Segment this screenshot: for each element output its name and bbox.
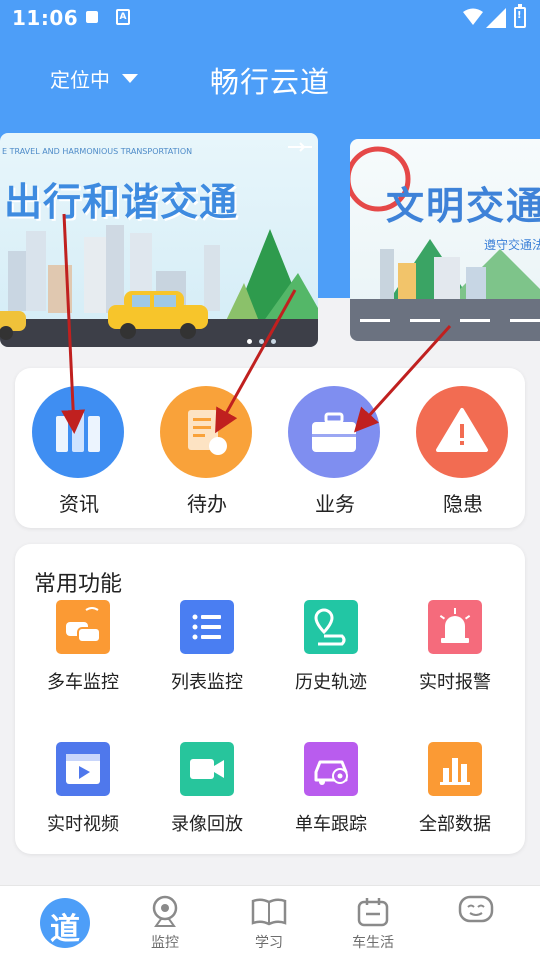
car-track-icon [304,742,358,796]
quick-action-label: 业务 [315,492,355,516]
quick-action-news[interactable]: 资讯 [15,368,143,528]
location-label: 定位中 [50,68,110,92]
banner-side-headline: 文明交通 [386,184,540,228]
book-open-icon [251,898,287,926]
bar-data-icon [428,742,482,796]
wifi-icon [463,8,483,25]
quick-action-todo[interactable]: 待办 [143,368,271,528]
quick-action-business[interactable]: 业务 [271,368,399,528]
func-label: 单车跟踪 [295,814,367,835]
nav-label: 监控 [151,935,179,951]
books-icon [32,386,124,478]
carousel-dot [259,339,264,344]
nav-tab-study[interactable]: 学习 [229,886,309,960]
quick-actions-card: 资讯 待办 业务 隐患 [15,368,525,528]
nav-tab-monitor[interactable]: 监控 [125,886,205,960]
banner-tagline: E TRAVEL AND HARMONIOUS TRANSPORTATION [2,147,193,156]
todo-doc-icon [160,386,252,478]
multi-car-icon [56,600,110,654]
briefcase-icon [288,386,380,478]
location-selector[interactable]: 定位中 [50,64,138,93]
common-functions-card: 常用功能 多车监控 列表监控 历史轨迹 实时报警 实时视频 录像回放 单车跟踪 … [15,544,525,854]
banner-carousel-next[interactable]: 文明交通 遵守交通法 [350,139,540,341]
banner-carousel-slide[interactable]: E TRAVEL AND HARMONIOUS TRANSPORTATION 出… [0,133,318,347]
status-bar: 11:06 A ! [0,0,540,36]
section-title: 常用功能 [34,572,123,597]
carousel-indicator [247,339,276,344]
home-dao-icon: 道 [50,912,80,947]
battery-icon: ! [514,4,526,28]
chevron-down-icon [122,74,138,83]
banner-headline: 出行和谐交通 [4,180,239,224]
list-icon [180,600,234,654]
status-time: 11:06 [12,6,79,30]
quick-action-label: 待办 [187,492,227,516]
video-icon [56,742,110,796]
nav-label: 学习 [255,935,283,951]
quick-action-label: 资讯 [59,492,99,516]
func-label: 实时报警 [419,672,491,693]
nav-tab-profile[interactable] [436,886,516,960]
notification-square-icon [86,11,98,23]
keyboard-a-icon: A [116,9,130,25]
banner-side-subtitle: 遵守交通法 [484,238,540,252]
quick-action-label: 隐患 [443,492,483,516]
city-illustration [0,142,318,347]
warning-icon [416,386,508,478]
app-title: 畅行云道 [210,65,331,99]
calendar-icon [357,898,389,927]
face-icon [458,895,494,923]
func-label: 全部数据 [419,814,491,835]
func-label: 多车监控 [47,672,119,693]
func-label: 实时视频 [47,814,119,835]
webcam-icon [152,895,178,927]
carousel-dot [271,339,276,344]
func-label: 录像回放 [171,814,243,835]
nav-label: 车生活 [352,935,394,951]
func-label: 历史轨迹 [295,672,367,693]
carousel-dot-active [247,339,252,344]
quick-action-hazard[interactable]: 隐患 [399,368,527,528]
func-label: 列表监控 [171,672,243,693]
nav-tab-home[interactable]: 道 [40,898,90,948]
signal-icon [486,8,506,28]
alarm-light-icon [428,600,482,654]
nav-tab-car-life[interactable]: 车生活 [333,886,413,960]
camera-icon [180,742,234,796]
route-pin-icon [304,600,358,654]
